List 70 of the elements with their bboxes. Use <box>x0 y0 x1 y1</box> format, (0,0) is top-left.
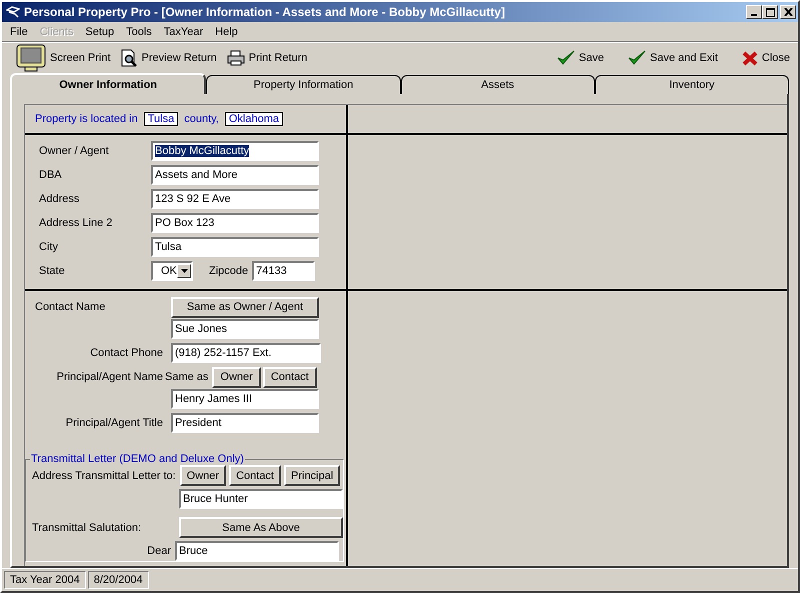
toolbar-button[interactable]: Screen Print <box>14 44 113 72</box>
toolbar-button[interactable]: Close <box>740 44 792 72</box>
state-value: Oklahoma <box>224 112 284 126</box>
address-to-button[interactable]: Contact <box>229 465 281 486</box>
field-label: Contact Name <box>34 301 106 313</box>
magnifier-page-icon <box>120 49 138 67</box>
close-button[interactable] <box>780 5 796 19</box>
same-as-button[interactable]: Contact <box>262 366 317 388</box>
field-label: Principal/Agent Title <box>64 417 164 429</box>
menu-item[interactable]: Tools <box>120 26 158 38</box>
address-to-button[interactable]: Principal <box>284 465 340 486</box>
input-field[interactable]: 74133 <box>252 261 316 281</box>
monitor-icon <box>16 44 46 72</box>
maximize-icon <box>766 8 774 16</box>
field-label: State <box>39 265 66 277</box>
field-label: Address Line 2 <box>39 217 114 229</box>
field-label: Owner / Agent <box>39 145 110 157</box>
toolbar-button[interactable]: Save and Exit <box>626 44 720 72</box>
field-label: Transmittal Salutation: <box>32 522 142 534</box>
toolbar-button[interactable]: Preview Return <box>118 44 219 72</box>
toolbar-button[interactable]: Print Return <box>224 44 310 72</box>
maximize-button[interactable] <box>762 5 778 19</box>
minimize-button[interactable] <box>746 5 762 19</box>
field-label: DBA <box>39 169 63 181</box>
tab[interactable]: Owner Information <box>10 73 206 94</box>
window-title: Personal Property Pro - [Owner Information - Assets and More - Bobby McGillacutty] <box>24 5 506 19</box>
menu-item[interactable]: TaxYear <box>158 26 210 38</box>
input-field[interactable]: 123 S 92 E Ave <box>151 189 319 209</box>
input-field[interactable]: (918) 252-1157 Ext. <box>171 343 321 363</box>
printer-icon <box>226 50 245 66</box>
cross-icon <box>742 50 758 66</box>
same-as-above-button[interactable]: Same As Above <box>179 517 343 538</box>
checkmark-icon <box>628 50 646 66</box>
field-label: Same as <box>165 371 208 383</box>
close-icon <box>784 8 792 16</box>
menu-item[interactable]: File <box>4 26 34 38</box>
field-label: City <box>39 241 59 253</box>
state-dropdown[interactable]: OK <box>151 261 193 281</box>
tab[interactable]: Assets <box>400 75 595 94</box>
same-as-button[interactable]: Owner <box>212 366 261 388</box>
field-label: Dear <box>146 544 172 556</box>
dropdown-arrow-icon <box>180 269 188 273</box>
input-field[interactable]: Bruce Hunter <box>179 488 343 508</box>
menu-item[interactable]: Help <box>209 26 244 38</box>
input-field[interactable]: Bruce <box>175 540 339 560</box>
location-label: county, <box>184 113 219 125</box>
input-field[interactable]: Assets and More <box>151 165 319 185</box>
input-field[interactable]: Tulsa <box>151 237 319 257</box>
address-to-button[interactable]: Owner <box>180 465 226 486</box>
app-icon <box>6 6 20 18</box>
field-label: Zipcode <box>209 265 248 277</box>
group-title: Transmittal Letter (DEMO and Deluxe Only) <box>30 453 245 465</box>
county-value: Tulsa <box>144 112 178 126</box>
input-field[interactable]: Bobby McGillacutty <box>151 141 319 161</box>
tab[interactable]: Property Information <box>206 75 400 94</box>
tab[interactable]: Inventory <box>594 75 789 94</box>
menu-item[interactable]: Setup <box>79 26 120 38</box>
field-label: Contact Phone <box>89 347 164 359</box>
input-field[interactable]: PO Box 123 <box>151 213 319 233</box>
input-field[interactable]: President <box>171 413 319 433</box>
input-field[interactable]: Henry James III <box>171 389 319 409</box>
input-field[interactable]: Sue Jones <box>171 319 319 339</box>
field-label: Address <box>39 193 80 205</box>
toolbar-button[interactable]: Save <box>554 44 606 72</box>
status-panel: Tax Year 2004 <box>4 571 86 589</box>
checkmark-icon <box>556 50 575 66</box>
same-as-owner-button[interactable]: Same as Owner / Agent <box>171 296 319 318</box>
field-label: Address Transmittal Letter to: <box>32 470 177 482</box>
status-panel: 8/20/2004 <box>88 571 149 589</box>
location-label: Property is located in <box>35 113 138 125</box>
